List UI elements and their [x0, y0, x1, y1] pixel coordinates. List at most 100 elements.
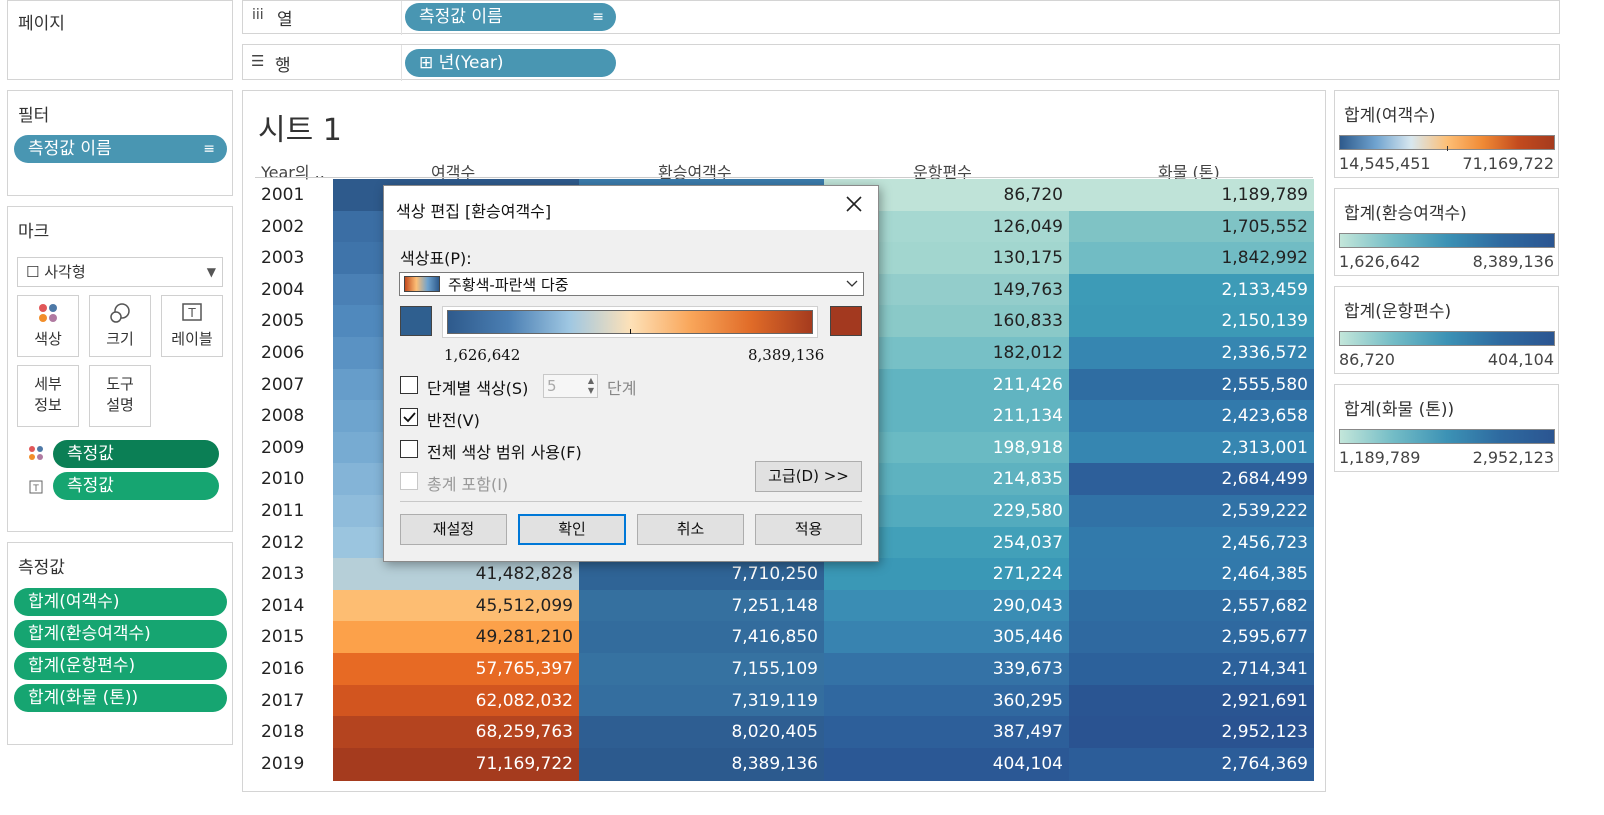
- color-button[interactable]: 색상: [17, 295, 79, 357]
- cell-cargo[interactable]: 2,684,499: [1069, 463, 1314, 497]
- mark-pill-label-measure-values[interactable]: 측정값: [53, 472, 219, 500]
- shelf-divider: [401, 1, 402, 35]
- cancel-button[interactable]: 취소: [637, 514, 744, 545]
- mark-type-select[interactable]: ☐ 사각형 ▼: [17, 257, 223, 287]
- cell-transfer[interactable]: 7,416,850: [579, 621, 824, 655]
- row-year[interactable]: 2001: [261, 179, 331, 211]
- measure-pill[interactable]: 합계(환승여객수): [14, 620, 227, 648]
- cell-flights[interactable]: 305,446: [824, 621, 1069, 655]
- row-year[interactable]: 2005: [261, 305, 331, 337]
- row-year[interactable]: 2012: [261, 527, 331, 559]
- close-icon[interactable]: [844, 194, 864, 218]
- row-year[interactable]: 2010: [261, 463, 331, 495]
- measure-pill[interactable]: 합계(화물 (톤)): [14, 684, 227, 712]
- cell-transfer[interactable]: 7,319,119: [579, 684, 824, 718]
- row-year[interactable]: 2017: [261, 685, 331, 717]
- legend-transfer[interactable]: 합계(환승여객수) 1,626,642 8,389,136: [1334, 188, 1559, 276]
- cell-flights[interactable]: 290,043: [824, 589, 1069, 623]
- row-year[interactable]: 2003: [261, 242, 331, 274]
- measure-pill[interactable]: 합계(운항편수): [14, 652, 227, 680]
- filter-pill-measure-names[interactable]: 측정값 이름 ≡: [14, 135, 227, 163]
- row-year[interactable]: 2007: [261, 369, 331, 401]
- row-year[interactable]: 2016: [261, 653, 331, 685]
- steps-stepper[interactable]: 5 ▲ ▼: [543, 374, 598, 398]
- start-color-swatch[interactable]: [400, 306, 432, 336]
- cell-cargo[interactable]: 2,133,459: [1069, 273, 1314, 307]
- cell-cargo[interactable]: 1,189,789: [1069, 179, 1314, 212]
- steps-unit: 단계: [607, 379, 637, 398]
- palette-select[interactable]: 주황색-파란색 다중: [399, 272, 864, 296]
- cell-passengers[interactable]: 68,259,763: [333, 716, 579, 750]
- row-year[interactable]: 2004: [261, 274, 331, 306]
- cell-cargo[interactable]: 2,555,580: [1069, 368, 1314, 402]
- tooltip-button[interactable]: 도구 설명: [89, 365, 151, 427]
- gradient-center-tick[interactable]: [630, 329, 631, 334]
- reset-button[interactable]: 재설정: [400, 514, 507, 545]
- cell-cargo[interactable]: 2,539,222: [1069, 495, 1314, 528]
- cell-cargo[interactable]: 2,336,572: [1069, 337, 1314, 370]
- cell-cargo[interactable]: 2,423,658: [1069, 400, 1314, 434]
- stepped-color-checkbox[interactable]: [400, 376, 418, 394]
- detail-button[interactable]: 세부 정보: [17, 365, 79, 427]
- cell-cargo[interactable]: 1,842,992: [1069, 242, 1314, 276]
- row-year[interactable]: 2008: [261, 400, 331, 432]
- color-button-label: 색상: [34, 330, 62, 348]
- row-year[interactable]: 2015: [261, 621, 331, 653]
- cell-passengers[interactable]: 45,512,099: [333, 589, 579, 623]
- cell-flights[interactable]: 387,497: [824, 716, 1069, 750]
- cell-cargo[interactable]: 2,764,369: [1069, 747, 1314, 781]
- cell-cargo[interactable]: 2,595,677: [1069, 621, 1314, 655]
- cell-passengers[interactable]: 71,169,722: [333, 747, 579, 781]
- cell-transfer[interactable]: 8,020,405: [579, 716, 824, 750]
- size-button[interactable]: 크기: [89, 295, 151, 357]
- measure-values-panel: 측정값 합계(여객수) 합계(환승여객수) 합계(운항편수) 합계(화물 (톤)…: [7, 542, 233, 745]
- cell-flights[interactable]: 360,295: [824, 684, 1069, 718]
- cell-cargo[interactable]: 1,705,552: [1069, 210, 1314, 244]
- cell-cargo[interactable]: 2,313,001: [1069, 431, 1314, 465]
- legend-cargo[interactable]: 합계(화물 (톤)) 1,189,789 2,952,123: [1334, 384, 1559, 472]
- row-year[interactable]: 2009: [261, 432, 331, 464]
- cell-cargo[interactable]: 2,952,123: [1069, 716, 1314, 750]
- include-totals-checkbox[interactable]: [400, 472, 418, 490]
- legend-flights[interactable]: 합계(운항편수) 86,720 404,104: [1334, 286, 1559, 374]
- reverse-checkbox[interactable]: [400, 408, 418, 426]
- row-year[interactable]: 2019: [261, 748, 331, 780]
- cell-cargo[interactable]: 2,921,691: [1069, 684, 1314, 718]
- cell-transfer[interactable]: 7,710,250: [579, 558, 824, 592]
- columns-pill-measure-names[interactable]: 측정값 이름 ≡: [405, 3, 616, 31]
- cell-passengers[interactable]: 62,082,032: [333, 684, 579, 718]
- row-year[interactable]: 2011: [261, 495, 331, 527]
- cell-cargo[interactable]: 2,150,139: [1069, 305, 1314, 339]
- row-year[interactable]: 2018: [261, 716, 331, 748]
- cell-passengers[interactable]: 41,482,828: [333, 558, 579, 592]
- cell-transfer[interactable]: 8,389,136: [579, 747, 824, 781]
- rows-shelf[interactable]: ☰ 행 ⊞ 년(Year): [242, 44, 1560, 81]
- cell-flights[interactable]: 339,673: [824, 653, 1069, 686]
- row-year[interactable]: 2013: [261, 558, 331, 590]
- legend-passengers[interactable]: 합계(여객수) 14,545,451 71,169,722: [1334, 90, 1559, 178]
- cell-cargo[interactable]: 2,714,341: [1069, 653, 1314, 686]
- cell-cargo[interactable]: 2,464,385: [1069, 558, 1314, 592]
- columns-shelf[interactable]: iii 열 측정값 이름 ≡: [242, 0, 1560, 35]
- row-year[interactable]: 2002: [261, 211, 331, 243]
- color-dots-icon: [18, 302, 78, 328]
- rows-pill-year[interactable]: ⊞ 년(Year): [405, 49, 616, 77]
- cell-cargo[interactable]: 2,557,682: [1069, 589, 1314, 623]
- full-range-checkbox[interactable]: [400, 440, 418, 458]
- cell-transfer[interactable]: 7,155,109: [579, 653, 824, 686]
- label-button[interactable]: T 레이블: [161, 295, 223, 357]
- measure-pill[interactable]: 합계(여객수): [14, 588, 227, 616]
- end-color-swatch[interactable]: [830, 306, 862, 336]
- cell-flights[interactable]: 271,224: [824, 558, 1069, 592]
- cell-passengers[interactable]: 49,281,210: [333, 621, 579, 655]
- cell-cargo[interactable]: 2,456,723: [1069, 526, 1314, 560]
- row-year[interactable]: 2014: [261, 590, 331, 622]
- mark-pill-color-measure-values[interactable]: 측정값: [53, 440, 219, 468]
- ok-button[interactable]: 확인: [518, 514, 626, 545]
- cell-flights[interactable]: 404,104: [824, 747, 1069, 781]
- row-year[interactable]: 2006: [261, 337, 331, 369]
- apply-button[interactable]: 적용: [755, 514, 862, 545]
- cell-transfer[interactable]: 7,251,148: [579, 589, 824, 623]
- cell-passengers[interactable]: 57,765,397: [333, 653, 579, 686]
- advanced-button[interactable]: 고급(D) >>: [755, 461, 862, 492]
